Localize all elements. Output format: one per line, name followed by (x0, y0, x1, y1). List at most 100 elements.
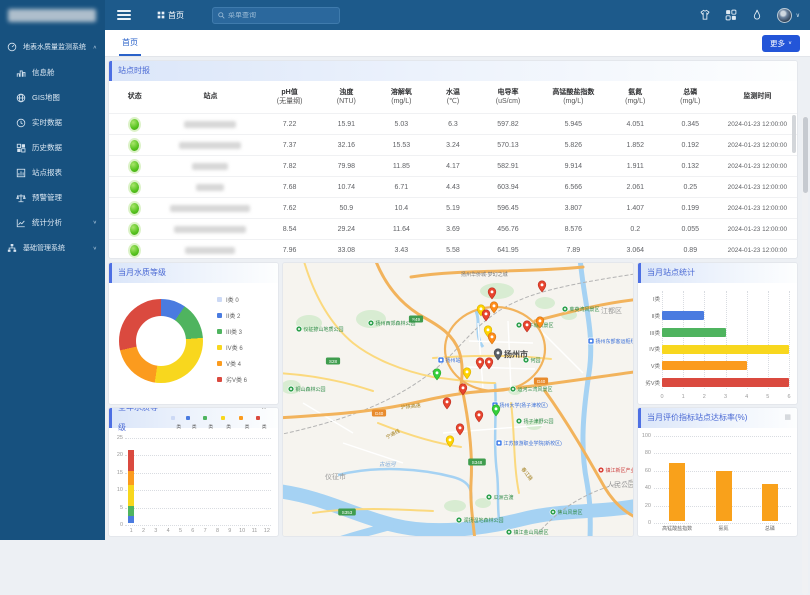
cell: 0.345 (663, 114, 718, 134)
flame-icon[interactable] (751, 9, 764, 22)
search-input[interactable] (228, 12, 334, 19)
table-row[interactable]: 7.8279.9811.854.17582.919.9141.9110.1322… (109, 155, 797, 176)
avatar[interactable] (777, 8, 792, 23)
park-poi[interactable]: 扬州西郊森林公园 (368, 320, 416, 327)
legend-item[interactable]: I类 0 (217, 295, 247, 304)
cell: 6.566 (539, 177, 608, 197)
transit-poi[interactable]: 扬州东部客运枢纽 (588, 338, 634, 345)
stacked-bar-segment[interactable] (128, 471, 134, 485)
map-panel[interactable]: G40 G40 S49 S28 S353 S348 扬州西郊森林公园 仪征捺山地… (282, 262, 634, 537)
hbar[interactable] (662, 345, 789, 354)
sidebar-item-0-2[interactable]: 实时数据 (0, 110, 105, 135)
sidebar-item-0-3[interactable]: 历史数据 (0, 135, 105, 160)
transit-poi[interactable]: 扬州站 (438, 357, 461, 364)
vbar[interactable] (762, 484, 778, 521)
status-dot (130, 245, 139, 256)
sidebar-item-0-0[interactable]: 信息舱 (0, 60, 105, 85)
hbar-row: IV类 (662, 341, 788, 358)
split-screen-icon[interactable] (725, 9, 738, 22)
stacked-bar-segment[interactable] (128, 485, 134, 506)
park-poi[interactable]: 瓜洲古渡 (486, 494, 514, 501)
station-report-panel: 站点时报 状态 站点 pH值(无量纲) 浊度(NTU) 溶解氧(mg/L) 水温… (108, 60, 798, 259)
park-poi[interactable]: 仪征捺山地质公园 (296, 326, 344, 333)
svg-text:S28: S28 (329, 359, 338, 364)
legend-item[interactable]: IV类 (221, 407, 235, 438)
legend-item[interactable]: III类 3 (217, 327, 247, 336)
station-name-redacted (170, 205, 250, 212)
hamburger-icon[interactable] (117, 10, 131, 20)
tab-bar: 首页 更多 ∨ (105, 30, 810, 57)
cell: 456.76 (477, 219, 539, 239)
vbar[interactable] (716, 471, 732, 521)
transit-poi[interactable]: 江苏旅游职业学院(新校区) (496, 440, 562, 447)
table-row[interactable]: 8.5429.2411.643.69456.768.5760.20.055202… (109, 218, 797, 239)
legend-item[interactable]: 劣V类 (256, 407, 274, 438)
cell: 5.945 (539, 114, 608, 134)
compliance-rate-chart: 0 20 40 60 80 100 高锰酸盐指数 氨氮 总磷 (654, 436, 791, 521)
cell: 6.3 (429, 114, 477, 134)
sidebar-group-1[interactable]: 基础管理系统 ∨ (0, 235, 105, 261)
topbar-home-nav[interactable]: 首页 (157, 10, 184, 21)
topbar: 首页 ∨ (105, 0, 810, 30)
table-row[interactable]: 7.9633.083.435.58641.957.893.0640.892024… (109, 239, 797, 259)
legend-item[interactable]: V类 4 (217, 359, 247, 368)
sidebar-item-0-5[interactable]: 预警管理 (0, 185, 105, 210)
legend-item[interactable]: I类 (171, 407, 182, 438)
road-shield: S348 (468, 459, 486, 466)
legend-item[interactable]: IV类 6 (217, 343, 247, 352)
sidebar-item-0-1[interactable]: GIS地图 (0, 85, 105, 110)
hbar[interactable] (662, 328, 726, 337)
status-dot (130, 182, 139, 193)
park-poi[interactable]: 润扬湿地森林公园 (456, 517, 504, 524)
table-scrollbar[interactable] (792, 115, 796, 153)
chart-toolbox-icon[interactable]: ▦ (784, 408, 791, 428)
sidebar-item-0-6[interactable]: 统计分析 ∨ (0, 210, 105, 235)
cell: 7.68 (260, 177, 318, 197)
svg-text:扬州东部客运枢纽: 扬州东部客运枢纽 (596, 338, 635, 345)
page-scrollbar-thumb[interactable] (803, 117, 808, 193)
cell: 10.4 (374, 198, 429, 218)
grid-icon (157, 11, 165, 19)
hbar[interactable] (662, 378, 789, 387)
cell: 32.16 (319, 135, 374, 155)
status-dot (130, 203, 139, 214)
status-dot (130, 161, 139, 172)
legend-item[interactable]: II类 (186, 407, 199, 438)
svg-text:扬州站: 扬州站 (446, 357, 461, 364)
chevron-down-icon[interactable]: ∨ (796, 12, 800, 19)
legend-item[interactable]: V类 (239, 407, 252, 438)
legend-item[interactable]: II类 2 (217, 311, 247, 320)
globe-icon (16, 92, 27, 103)
transit-poi[interactable]: 扬州大学(扬子津校区) (492, 402, 548, 409)
hbar[interactable] (662, 311, 704, 320)
stacked-bar-segment[interactable] (128, 506, 134, 516)
page-scrollbar[interactable] (802, 116, 808, 595)
cell: 33.08 (319, 240, 374, 259)
shirt-theme-icon[interactable] (699, 9, 712, 22)
tab-home[interactable]: 首页 (119, 30, 141, 56)
station-name-redacted (184, 121, 236, 128)
cell: 50.9 (319, 198, 374, 218)
table-row[interactable]: 7.3732.1615.533.24570.135.8261.8520.1922… (109, 134, 797, 155)
cell: 3.24 (429, 135, 477, 155)
search-box[interactable] (212, 7, 340, 24)
stacked-bar-segment[interactable] (128, 450, 134, 471)
cell: 6.71 (374, 177, 429, 197)
chevron-down-icon: ∨ (788, 41, 792, 46)
cell: 641.95 (477, 240, 539, 259)
cell: 5.03 (374, 114, 429, 134)
col-header: 溶解氧(mg/L) (374, 81, 429, 113)
more-button[interactable]: 更多 ∨ (762, 35, 800, 52)
vbar[interactable] (669, 463, 685, 521)
table-row[interactable]: 7.6810.746.714.43603.946.5662.0610.25202… (109, 176, 797, 197)
stacked-bar-segment[interactable] (128, 516, 134, 523)
sidebar-group-0[interactable]: 地表水质量监测系统 ∧ (0, 34, 105, 60)
donut-legend: I类 0 II类 2 III类 3 IV类 6 V类 4 劣V类 6 (217, 295, 247, 391)
hbar[interactable] (662, 361, 747, 370)
sidebar-item-0-4[interactable]: 站点报表 (0, 160, 105, 185)
legend-item[interactable]: 劣V类 6 (217, 375, 247, 384)
legend-item[interactable]: III类 (203, 407, 217, 438)
table-row[interactable]: 7.2215.915.036.3597.825.9454.0510.345202… (109, 113, 797, 134)
table-row[interactable]: 7.6250.910.45.19596.453.8071.4070.199202… (109, 197, 797, 218)
cell: 2024-01-23 12:00:00 (718, 198, 797, 218)
